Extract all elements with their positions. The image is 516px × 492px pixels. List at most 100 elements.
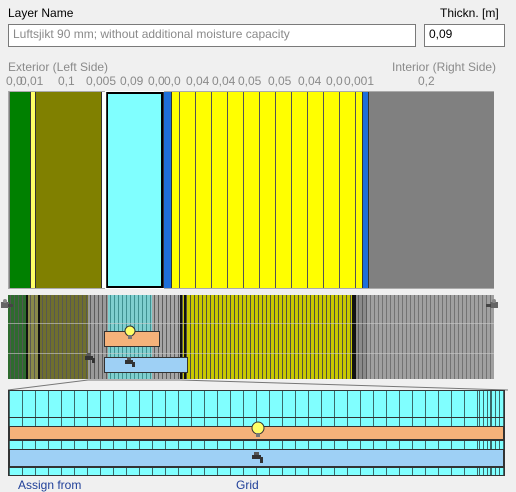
grid-line bbox=[286, 295, 287, 379]
layer-name-input[interactable]: Luftsjikt 90 mm; without additional mois… bbox=[8, 24, 416, 47]
layer-divider bbox=[275, 92, 276, 288]
grid-line bbox=[278, 295, 279, 379]
grid-line bbox=[358, 295, 359, 379]
grid-line bbox=[274, 295, 275, 379]
thickness-tick: 0,001 bbox=[344, 74, 375, 88]
grid-line bbox=[294, 295, 295, 379]
thickness-tick: 0,0 bbox=[148, 74, 165, 88]
grid-line bbox=[390, 295, 391, 379]
grid-line bbox=[202, 295, 203, 379]
thickness-tick: 0,05 bbox=[268, 74, 292, 88]
thickness-label: Thickn. [m] bbox=[440, 6, 499, 20]
grid-line bbox=[462, 295, 463, 379]
grid-line bbox=[342, 295, 343, 379]
layer-segment[interactable] bbox=[368, 92, 494, 288]
grid-line bbox=[30, 295, 31, 379]
thickness-tick: 0,1 bbox=[58, 74, 75, 88]
grid-line bbox=[482, 295, 483, 379]
grid-line bbox=[446, 295, 447, 379]
lightbulb-icon bbox=[124, 325, 136, 344]
grid-line bbox=[62, 295, 63, 379]
grid-line bbox=[46, 295, 47, 379]
moisture-source-box[interactable] bbox=[104, 357, 188, 373]
layer-border bbox=[30, 92, 31, 288]
layer-divider bbox=[227, 92, 228, 288]
grid-line bbox=[58, 295, 59, 379]
grid-line bbox=[466, 295, 467, 379]
grid-line bbox=[66, 295, 67, 379]
thickness-tick: 0,04 bbox=[212, 74, 236, 88]
assign-from-link[interactable]: Assign from bbox=[18, 478, 81, 492]
layer-segment[interactable] bbox=[105, 91, 164, 289]
grid-line bbox=[470, 295, 471, 379]
water-tap-icon bbox=[124, 357, 138, 374]
thickness-input[interactable]: 0,09 bbox=[424, 24, 505, 47]
grid-line bbox=[98, 295, 99, 379]
interior-label: Interior (Right Side) bbox=[392, 60, 497, 74]
left-boundary-icon[interactable] bbox=[0, 298, 14, 314]
grid-line bbox=[394, 295, 395, 379]
grid-line bbox=[350, 295, 351, 379]
layer-divider bbox=[339, 92, 340, 288]
grid-guide bbox=[8, 323, 494, 324]
layer-name-label: Layer Name bbox=[8, 6, 74, 20]
thickness-tick: 0,05 bbox=[238, 74, 262, 88]
layer-segment[interactable] bbox=[35, 92, 101, 288]
grid-line bbox=[74, 295, 75, 379]
grid-boundary bbox=[38, 295, 40, 379]
grid-line bbox=[82, 295, 83, 379]
thickness-tick: 0,01 bbox=[20, 74, 44, 88]
grid-line bbox=[370, 295, 371, 379]
thickness-tick: 0,005 bbox=[86, 74, 117, 88]
grid-line bbox=[346, 295, 347, 379]
grid-line bbox=[102, 295, 103, 379]
grid-line bbox=[474, 295, 475, 379]
grid-line bbox=[426, 295, 427, 379]
layer-segment[interactable] bbox=[10, 92, 30, 288]
grid-boundary bbox=[26, 295, 28, 379]
layer-divider bbox=[355, 92, 356, 288]
grid-line bbox=[270, 295, 271, 379]
layer-divider bbox=[323, 92, 324, 288]
grid-line bbox=[454, 295, 455, 379]
grid-line bbox=[78, 295, 79, 379]
layer-segment[interactable] bbox=[171, 92, 362, 288]
layer-bar bbox=[8, 91, 494, 289]
layer-divider bbox=[211, 92, 212, 288]
thickness-tick: 0,0 bbox=[164, 74, 181, 88]
layer-divider bbox=[243, 92, 244, 288]
grid-line bbox=[338, 295, 339, 379]
layer-border bbox=[163, 92, 164, 288]
detail-panel bbox=[8, 390, 505, 476]
grid-boundary bbox=[354, 295, 356, 379]
layer-border bbox=[106, 92, 107, 288]
layer-segment[interactable] bbox=[163, 92, 171, 288]
grid-link[interactable]: Grid bbox=[236, 478, 259, 492]
grid-strip bbox=[0, 293, 516, 381]
grid-line bbox=[70, 295, 71, 379]
grid-line bbox=[386, 295, 387, 379]
right-boundary-icon[interactable] bbox=[486, 298, 500, 314]
grid-line bbox=[418, 295, 419, 379]
grid-line bbox=[214, 295, 215, 379]
grid-line bbox=[302, 295, 303, 379]
water-tap-icon bbox=[251, 451, 267, 470]
grid-line bbox=[42, 295, 43, 379]
layer-border bbox=[362, 92, 363, 288]
grid-line bbox=[234, 295, 235, 379]
grid-line bbox=[450, 295, 451, 379]
grid-line bbox=[198, 295, 199, 379]
grid-line bbox=[362, 295, 363, 379]
grid-line bbox=[254, 295, 255, 379]
grid-line bbox=[306, 295, 307, 379]
grid-line bbox=[366, 295, 367, 379]
grid-line bbox=[242, 295, 243, 379]
grid-guide bbox=[8, 353, 494, 354]
grid-line bbox=[318, 295, 319, 379]
grid-line bbox=[262, 295, 263, 379]
exterior-label: Exterior (Left Side) bbox=[8, 60, 109, 74]
thickness-tick: 0,0 bbox=[326, 74, 343, 88]
grid-line bbox=[414, 295, 415, 379]
grid-area bbox=[8, 295, 494, 379]
grid-line bbox=[218, 295, 219, 379]
